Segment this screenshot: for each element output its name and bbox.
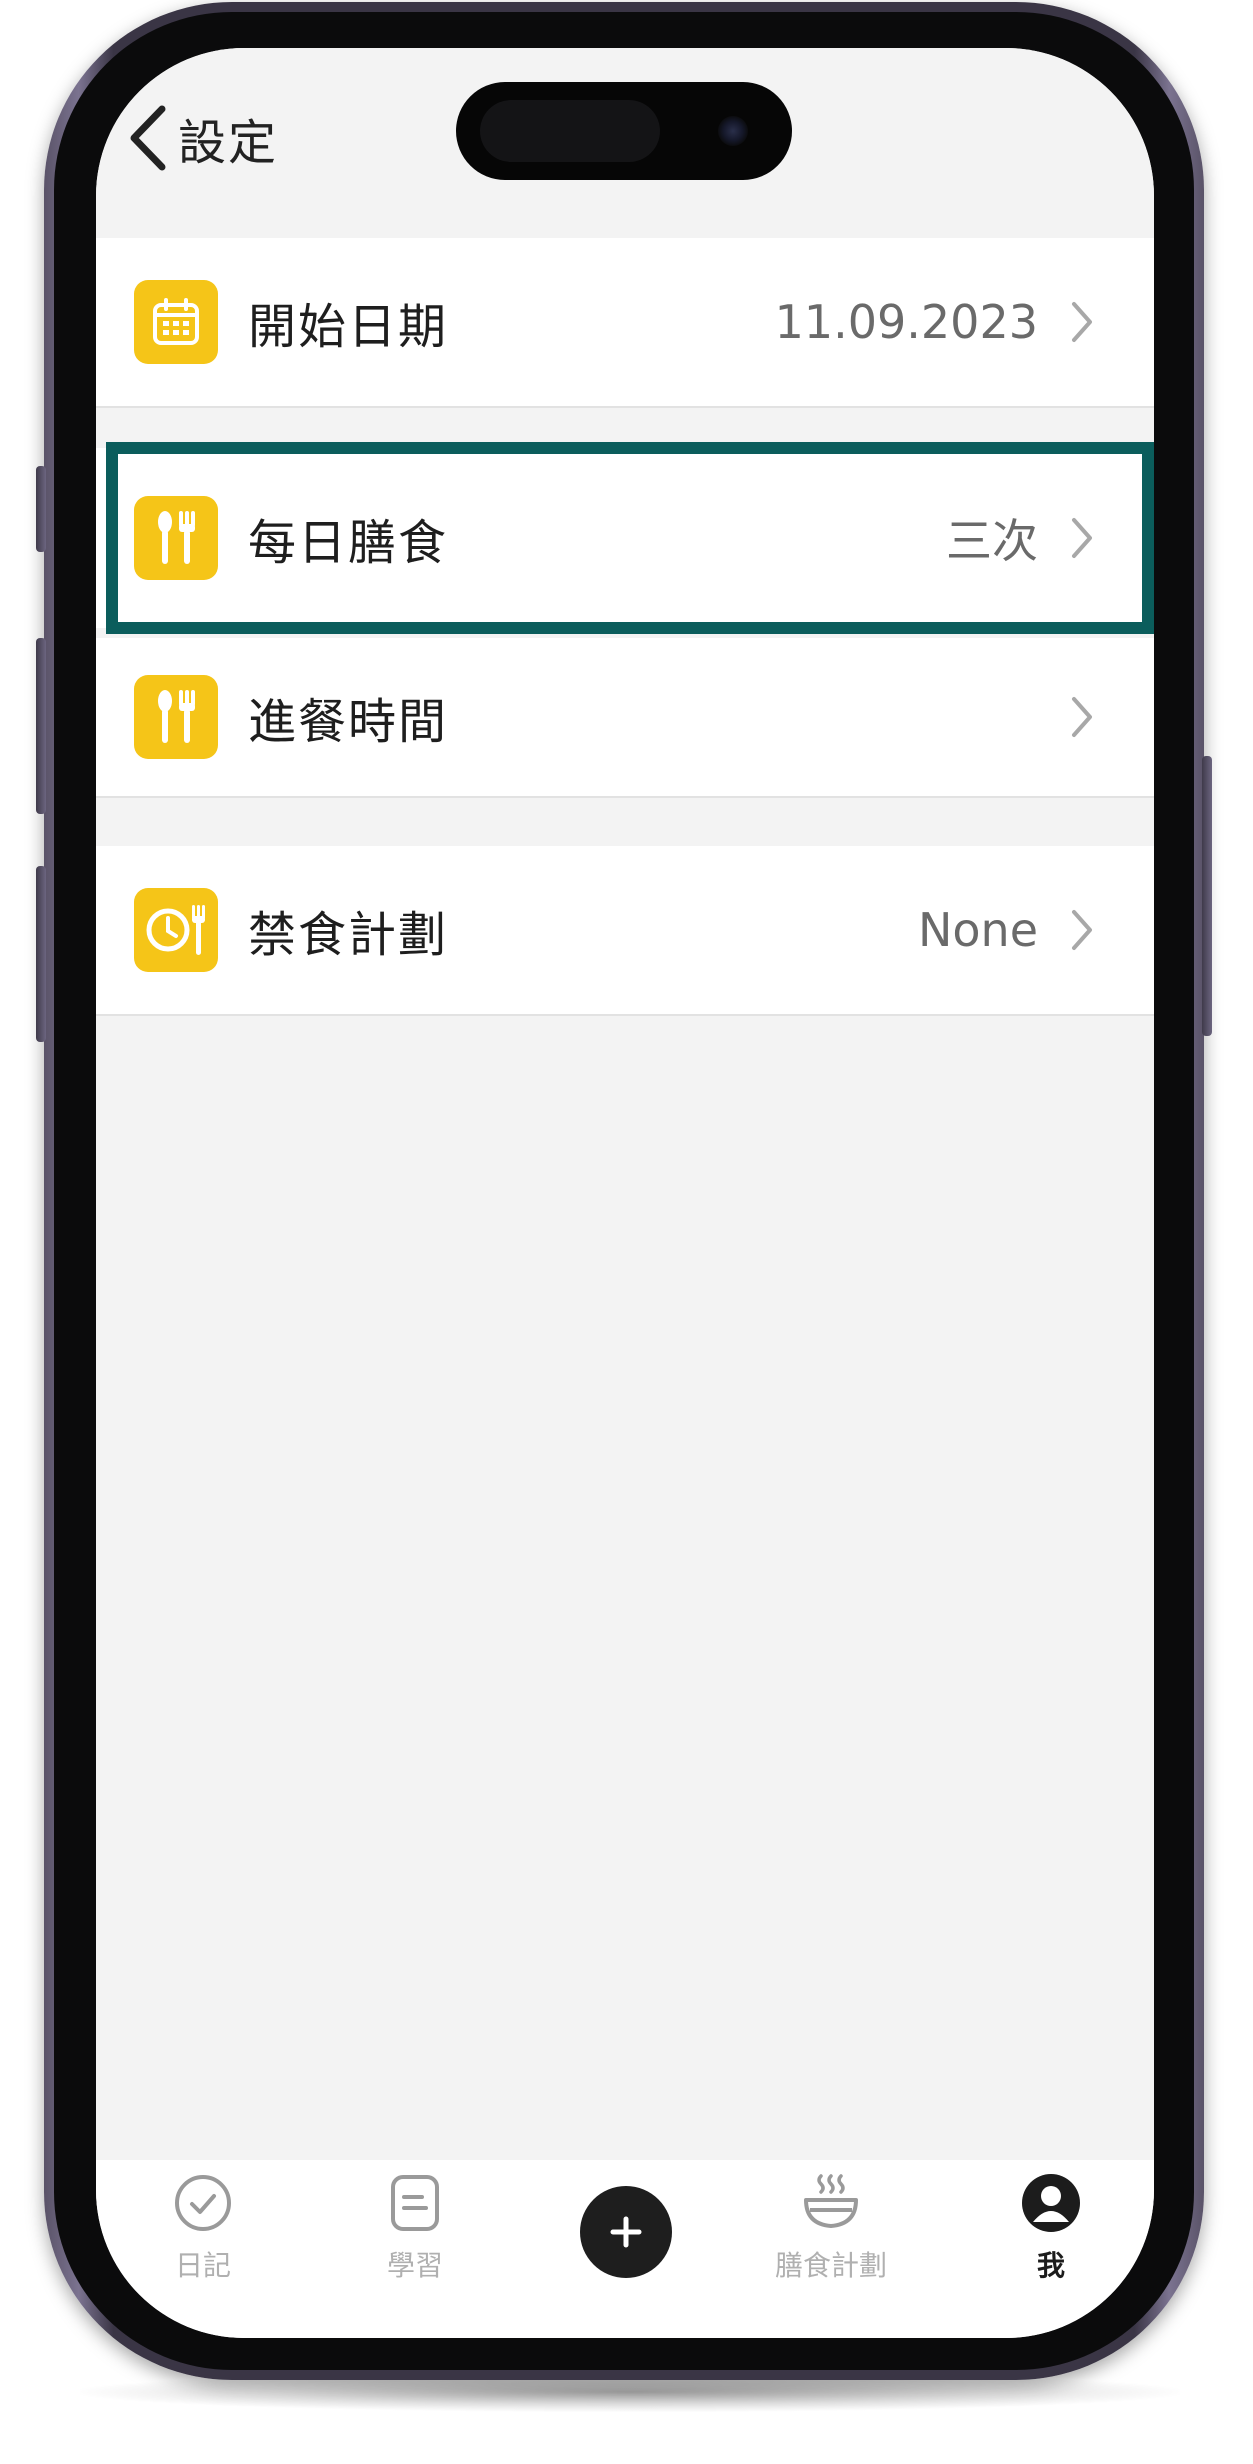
camera-icon bbox=[718, 116, 748, 146]
tab-learn[interactable]: 學習 bbox=[340, 2172, 490, 2284]
steaming-bowl-icon bbox=[804, 2174, 858, 2228]
page-title: 設定 bbox=[178, 115, 279, 171]
document-icon bbox=[391, 2175, 439, 2231]
tab-label: 我 bbox=[1036, 2249, 1065, 2282]
setting-value: None bbox=[917, 903, 1038, 957]
back-button[interactable]: 設定 bbox=[126, 98, 278, 178]
highlight-annotation bbox=[106, 442, 1154, 634]
setting-label: 進餐時間 bbox=[248, 694, 449, 750]
app-screen: 設定 開始日期 11.09.2023 每日膳食 三次 進餐時間 禁食計劃 Non… bbox=[96, 48, 1154, 2338]
volume-down-button bbox=[36, 866, 46, 1042]
home-indicator bbox=[476, 2310, 776, 2320]
calendar-icon bbox=[134, 280, 218, 364]
setting-label: 禁食計劃 bbox=[248, 907, 449, 963]
setting-label: 開始日期 bbox=[248, 299, 449, 355]
power-button bbox=[1202, 756, 1212, 1036]
tab-diary[interactable]: 日記 bbox=[128, 2172, 278, 2284]
setting-row-meal-times[interactable]: 進餐時間 bbox=[96, 638, 1154, 798]
tab-label: 膳食計劃 bbox=[774, 2249, 887, 2282]
chevron-left-icon bbox=[130, 105, 166, 171]
chevron-right-icon bbox=[1072, 697, 1092, 737]
volume-up-button bbox=[36, 638, 46, 814]
setting-row-start-date[interactable]: 開始日期 11.09.2023 bbox=[96, 238, 1154, 408]
tab-label: 日記 bbox=[174, 2249, 231, 2282]
fork-spoon-icon bbox=[134, 675, 218, 759]
setting-value: 11.09.2023 bbox=[774, 295, 1038, 349]
action-button bbox=[36, 466, 46, 552]
chevron-right-icon bbox=[1072, 302, 1092, 342]
user-icon bbox=[1022, 2174, 1080, 2232]
chevron-right-icon bbox=[1072, 910, 1092, 950]
tab-label: 學習 bbox=[386, 2249, 443, 2282]
dynamic-island bbox=[456, 82, 792, 180]
check-circle-icon bbox=[175, 2175, 231, 2231]
plus-icon bbox=[610, 2216, 642, 2248]
tab-me[interactable]: 我 bbox=[976, 2172, 1126, 2284]
tab-meal-plan[interactable]: 膳食計劃 bbox=[756, 2172, 906, 2284]
clock-fork-icon bbox=[134, 888, 218, 972]
setting-row-fasting-plan[interactable]: 禁食計劃 None bbox=[96, 846, 1154, 1016]
add-button[interactable] bbox=[580, 2186, 672, 2278]
